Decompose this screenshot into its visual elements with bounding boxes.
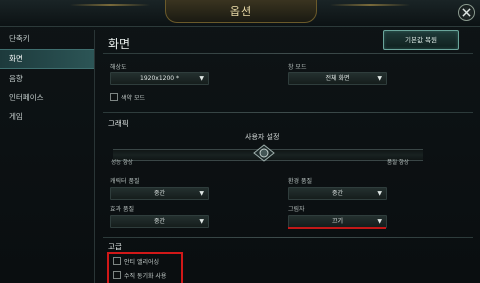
title-ornament-right	[330, 4, 410, 6]
shadows-value: 끄기	[331, 218, 344, 225]
antialiasing-checkbox[interactable]	[113, 257, 121, 265]
sidebar-item-hotkeys[interactable]: 단축키	[0, 30, 94, 48]
colorblind-checkbox[interactable]	[110, 93, 118, 101]
character-quality-label: 캐릭터 품질	[110, 178, 140, 185]
main-panel: 화면 기본값 복원 해상도 1920x1200 * ▼ 창 모드 전체 화면 ▼…	[95, 26, 480, 283]
performance-label: 성능 향상	[111, 160, 133, 166]
chevron-down-icon: ▼	[377, 75, 382, 82]
sidebar-item-video[interactable]: 화면	[0, 49, 94, 69]
chevron-down-icon: ▼	[199, 75, 204, 82]
resolution-dropdown[interactable]: 1920x1200 * ▼	[110, 72, 209, 85]
divider	[103, 53, 473, 54]
effects-quality-dropdown[interactable]: 중간 ▼	[110, 215, 209, 228]
title-bar: 옵션	[0, 0, 480, 27]
restore-defaults-button[interactable]: 기본값 복원	[383, 30, 459, 50]
sidebar-item-sound[interactable]: 음향	[0, 70, 94, 88]
window-mode-dropdown[interactable]: 전체 화면 ▼	[288, 72, 387, 85]
close-button[interactable]	[458, 4, 475, 21]
chevron-down-icon: ▼	[377, 218, 382, 225]
graphics-preset-label: 사용자 설정	[245, 133, 280, 141]
shadows-label: 그림자	[288, 206, 305, 213]
vsync-checkbox[interactable]	[113, 271, 121, 279]
antialiasing-label: 안티 앨리어싱	[124, 259, 160, 266]
divider	[103, 112, 473, 113]
effects-quality-value: 중간	[153, 218, 166, 225]
environment-quality-dropdown[interactable]: 중간 ▼	[288, 187, 387, 200]
graphics-heading: 그래픽	[108, 119, 129, 128]
highlight-underline	[288, 227, 386, 229]
quality-label: 품질 향상	[387, 160, 409, 166]
divider	[103, 237, 473, 238]
window-title: 옵션	[229, 5, 253, 18]
sidebar-item-game[interactable]: 게임	[0, 108, 94, 126]
sidebar-item-interface[interactable]: 인터페이스	[0, 89, 94, 107]
title-ornament-left	[70, 4, 150, 6]
vsync-label: 수직 동기화 사용	[124, 273, 167, 280]
close-icon	[462, 8, 471, 17]
sidebar: 단축키 화면 음향 인터페이스 게임	[0, 30, 95, 283]
page-title: 화면	[108, 37, 131, 51]
effects-quality-label: 효과 품질	[110, 206, 134, 213]
advanced-heading: 고급	[108, 242, 122, 251]
chevron-down-icon: ▼	[199, 218, 204, 225]
resolution-value: 1920x1200 *	[140, 75, 179, 82]
environment-quality-label: 환경 품질	[288, 178, 312, 185]
window-mode-label: 창 모드	[288, 64, 307, 71]
window-mode-value: 전체 화면	[325, 75, 350, 82]
environment-quality-value: 중간	[331, 190, 344, 197]
colorblind-label: 색약 모드	[121, 95, 145, 102]
chevron-down-icon: ▼	[199, 190, 204, 197]
character-quality-dropdown[interactable]: 중간 ▼	[110, 187, 209, 200]
options-window: 옵션 단축키 화면 음향 인터페이스 게임 화면 기본값 복원 해상도 1920…	[0, 0, 480, 283]
title-plate: 옵션	[165, 0, 317, 23]
character-quality-value: 중간	[153, 190, 166, 197]
chevron-down-icon: ▼	[377, 190, 382, 197]
slider-knob-icon[interactable]	[253, 144, 275, 162]
resolution-label: 해상도	[110, 64, 127, 71]
